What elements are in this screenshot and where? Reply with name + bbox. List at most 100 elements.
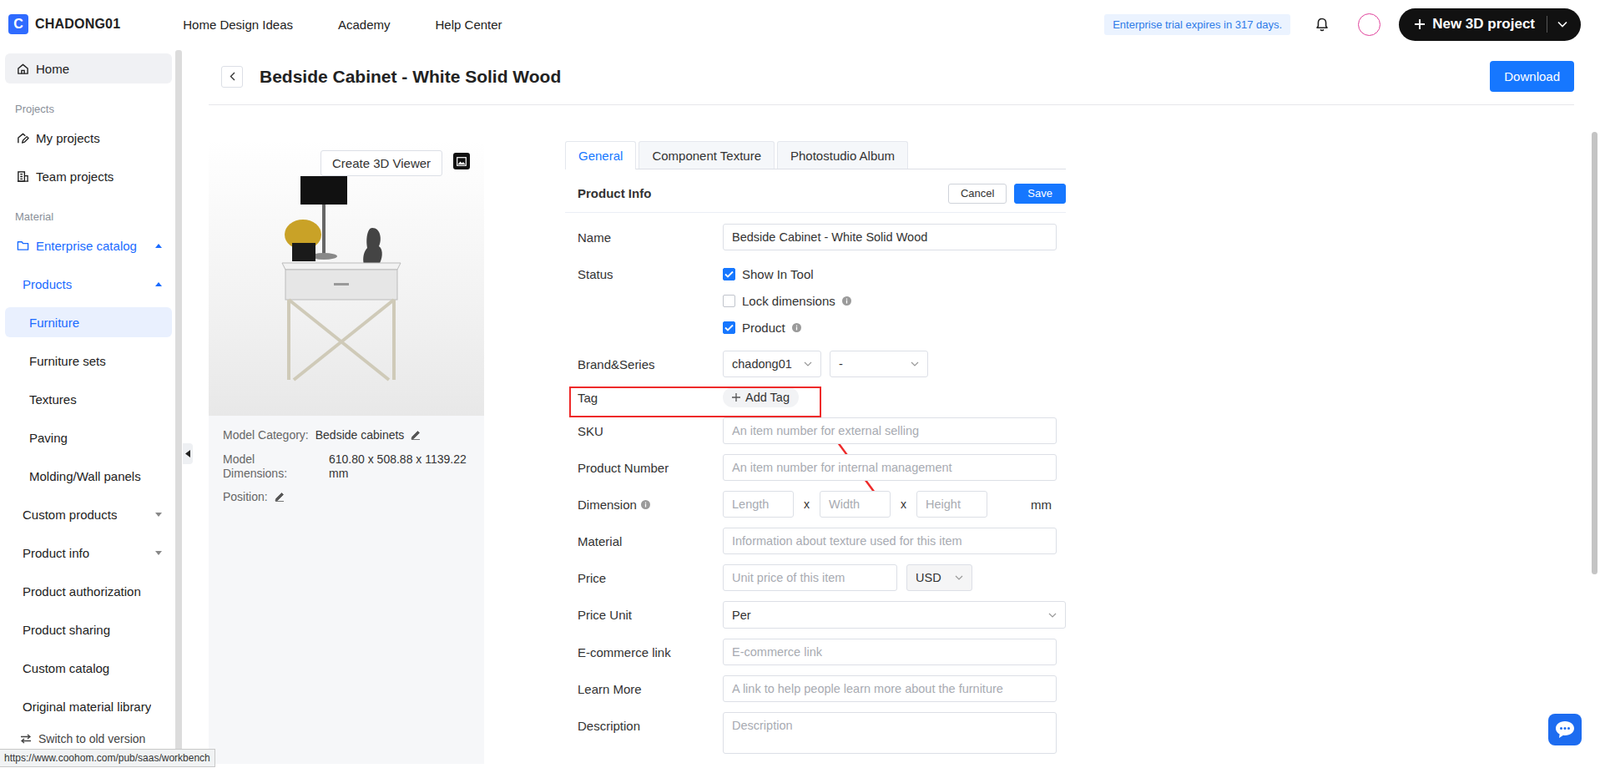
image-button[interactable] — [453, 152, 470, 170]
sidebar-item[interactable]: Custom catalog — [5, 652, 172, 683]
logo[interactable]: CCHADONG01 — [8, 14, 121, 35]
add-tag-button[interactable]: Add Tag — [722, 387, 799, 408]
bell-icon[interactable] — [1315, 17, 1329, 32]
brand-name: CHADONG01 — [35, 16, 121, 32]
dimension-inputs: LengthxWidthxHeightmm — [722, 490, 1066, 518]
field: Per — [722, 600, 1066, 629]
edit-icon[interactable] — [410, 429, 421, 440]
sidebar-item[interactable]: Products — [5, 268, 172, 299]
button-divider — [1546, 15, 1548, 33]
dimension-input[interactable]: Length — [722, 490, 794, 518]
switch-version[interactable]: Switch to old version — [0, 729, 176, 748]
back-button[interactable] — [221, 65, 243, 88]
form-row: Brand&Serieschadong01- — [577, 350, 1066, 378]
input-text: An item number for internal management — [731, 460, 953, 475]
text-input[interactable]: An item number for external selling — [722, 417, 1057, 445]
model-category: Model Category:Bedside cabinets — [222, 425, 473, 445]
scrollbar-thumb[interactable] — [175, 50, 182, 753]
scrollbar-thumb[interactable] — [1591, 131, 1598, 575]
sidebar-item[interactable]: Original material library — [5, 691, 172, 722]
sidebar-item[interactable]: Home — [5, 53, 172, 84]
sidebar-item[interactable]: Custom products — [5, 499, 172, 530]
sidebar-scrollbar[interactable] — [175, 48, 182, 768]
form-row: SKUAn item number for external selling — [577, 417, 1066, 445]
avatar[interactable] — [1357, 13, 1381, 36]
price-unit-select[interactable]: Per — [722, 600, 1066, 629]
sidebar-item[interactable]: Textures — [5, 383, 172, 414]
field: Add Tag — [722, 387, 1066, 408]
folder-icon — [16, 239, 30, 252]
text-input[interactable]: Information about texture used for this … — [722, 527, 1057, 555]
checkbox-label: Product — [741, 320, 786, 335]
form-row: E-commerce linkE-commerce link — [577, 638, 1066, 666]
dimension-input[interactable]: Height — [916, 490, 988, 518]
plus-icon — [731, 393, 741, 402]
checkbox-option[interactable]: Product — [722, 313, 1066, 341]
top-actions: Enterprise trial expires in 317 days. New… — [1104, 8, 1581, 41]
sidebar-item[interactable]: Paving — [5, 422, 172, 453]
checkbox-option[interactable]: Show In Tool — [722, 260, 1066, 288]
sidebar-label: Projects — [15, 102, 55, 116]
caret-icon[interactable] — [155, 243, 162, 248]
brand-series: chadong01 - — [722, 350, 1066, 378]
tab[interactable]: General — [565, 141, 636, 170]
info-icon[interactable] — [641, 499, 651, 510]
select-value: - — [838, 357, 843, 371]
sidebar-item[interactable]: My projects — [5, 122, 172, 153]
text-input[interactable]: Bedside Cabinet - White Solid Wood — [722, 223, 1057, 251]
currency-select[interactable]: USD — [906, 564, 973, 591]
trial-badge: Enterprise trial expires in 317 days. — [1104, 14, 1291, 36]
sidebar-item[interactable]: Product authorization — [5, 575, 172, 606]
edit-icon[interactable] — [274, 491, 285, 502]
create-3d-viewer-button[interactable]: Create 3D Viewer — [320, 150, 443, 177]
info-icon[interactable] — [842, 296, 852, 306]
checkbox-option[interactable]: Lock dimensions — [722, 287, 1066, 314]
select[interactable]: - — [829, 350, 929, 378]
sidebar-list: HomeProjectsMy projectsTeam projectsMate… — [0, 48, 176, 730]
select[interactable]: chadong01 — [722, 350, 822, 378]
sidebar-item[interactable]: Product info — [5, 537, 172, 568]
chevron-down-icon[interactable] — [1557, 20, 1568, 28]
info-icon[interactable] — [792, 323, 802, 333]
caret-icon[interactable] — [155, 550, 162, 556]
text-input[interactable]: An item number for internal management — [722, 454, 1057, 481]
tab[interactable]: Photostudio Album — [777, 141, 909, 169]
sidebar-label: Team projects — [35, 169, 114, 184]
field-label: Name — [577, 230, 723, 245]
checkbox[interactable] — [722, 321, 736, 334]
info-value: Bedside cabinets — [315, 428, 405, 442]
caret-icon[interactable] — [155, 282, 162, 287]
app: CCHADONG01 Home Design Ideas Academy Help C… — [0, 0, 1600, 768]
cancel-button[interactable]: Cancel — [948, 183, 1007, 204]
text-input[interactable]: E-commerce link — [722, 638, 1057, 666]
collapse-handle[interactable] — [182, 443, 193, 465]
sidebar-item[interactable]: Furniture sets — [5, 345, 172, 376]
nav-link[interactable]: Help Center — [435, 17, 503, 32]
price-input[interactable]: Unit price of this item — [722, 564, 898, 591]
caret-icon[interactable] — [155, 512, 162, 517]
chat-button[interactable] — [1548, 713, 1582, 746]
sidebar-item[interactable]: Product sharing — [5, 614, 172, 645]
text-input[interactable]: A link to help people learn more about t… — [722, 675, 1057, 702]
tab[interactable]: Component Texture — [638, 141, 775, 169]
sidebar-item[interactable]: Enterprise catalog — [5, 230, 172, 261]
sidebar-item[interactable]: Team projects — [5, 161, 172, 192]
switch-icon — [20, 733, 32, 744]
form-rows: NameBedside Cabinet - White Solid WoodSt… — [565, 212, 1066, 754]
layout: HomeProjectsMy projectsTeam projectsMate… — [0, 48, 1600, 768]
nav-link[interactable]: Academy — [338, 17, 391, 32]
field: Show In ToolLock dimensions Product — [722, 260, 1066, 341]
sidebar-item[interactable]: Furniture — [5, 307, 172, 338]
sidebar-item[interactable]: Molding/Wall panels — [5, 460, 172, 491]
new-project-button[interactable]: New 3D project — [1398, 8, 1581, 41]
save-button[interactable]: Save — [1014, 183, 1066, 204]
checkbox[interactable] — [722, 267, 736, 281]
checkbox[interactable] — [722, 294, 736, 308]
field: Description — [722, 711, 1066, 754]
description-textarea[interactable]: Description — [722, 711, 1057, 754]
page-scrollbar[interactable] — [1591, 48, 1600, 768]
dimension-input[interactable]: Width — [819, 490, 891, 518]
form-row: StatusShow In ToolLock dimensionsProduct — [577, 260, 1066, 341]
nav-link[interactable]: Home Design Ideas — [182, 17, 293, 32]
download-button[interactable]: Download — [1489, 60, 1575, 92]
